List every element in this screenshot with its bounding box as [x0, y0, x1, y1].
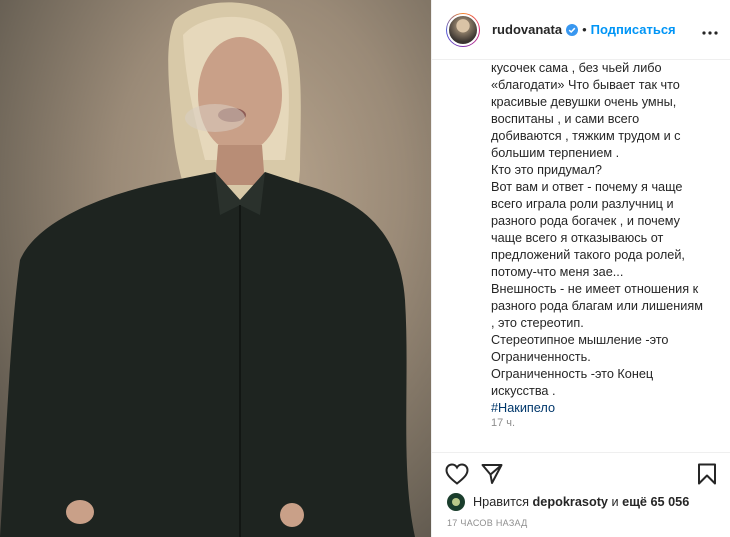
caption-line: искусства . [491, 384, 556, 398]
liker-avatar[interactable] [447, 493, 465, 511]
share-icon[interactable] [481, 463, 503, 490]
caption-line: воспитаны , и сами всего [491, 112, 640, 126]
caption-line: предложений такого рода ролей, [491, 248, 685, 262]
caption-line: , это стереотип. [491, 316, 584, 330]
caption-line: кусочек сама , без чьей либо [491, 61, 662, 75]
caption-line: Кто это придумал? [491, 163, 602, 177]
post-photo[interactable] [0, 0, 431, 537]
follow-button[interactable]: Подписаться [591, 22, 676, 37]
post-timestamp[interactable]: 17 ЧАСОВ НАЗАД [447, 518, 528, 528]
bookmark-icon[interactable] [697, 463, 717, 490]
action-bar [431, 452, 730, 493]
likes-prefix: Нравится [473, 495, 529, 509]
caption-line: потому-что меня зае... [491, 265, 624, 279]
caption-line: разного рода богачек , и почему [491, 214, 680, 228]
instagram-post: rudovanata • Подписаться кусочек сама , … [0, 0, 730, 537]
caption-line: Ограниченность. [491, 350, 591, 364]
caption-line: чаще всего я отказываюсь от [491, 231, 664, 245]
avatar[interactable] [446, 12, 480, 47]
likes-count-link[interactable]: ещё 65 056 [622, 495, 689, 509]
separator-dot: • [582, 22, 587, 37]
caption-line: Ограниченность -это Конец [491, 367, 654, 381]
avatar-image [447, 13, 479, 46]
caption-line: добиваются , тяжким трудом и с [491, 129, 681, 143]
liker-username-link[interactable]: depokrasoty [533, 495, 608, 509]
more-options-icon[interactable] [702, 22, 718, 40]
caption-line: всего играла роли разлучниц и [491, 197, 674, 211]
heart-icon[interactable] [445, 463, 469, 490]
likes-summary: Нравится depokrasoty и ещё 65 056 [447, 493, 689, 511]
username-link[interactable]: rudovanata [492, 22, 562, 37]
post-photo-illustration [0, 2, 415, 537]
caption-line: разного рода благам или лишениям [491, 299, 703, 313]
comment-timestamp: 17 ч. [491, 417, 516, 429]
hashtag-link[interactable]: #Накипело [491, 400, 719, 417]
caption-line: большим терпением . [491, 146, 620, 160]
post-header: rudovanata • Подписаться [432, 0, 730, 60]
caption-line: Стереотипное мышление -это [491, 333, 669, 347]
verified-badge-icon [566, 23, 579, 36]
post-caption: кусочек сама , без чьей либо «благодати»… [491, 60, 719, 435]
likes-middle: и [611, 495, 619, 509]
caption-line: красивые девушки очень умны, [491, 95, 677, 109]
caption-line: Вот вам и ответ - почему я чаще [491, 180, 683, 194]
caption-line: «благодати» Что бывает так что [491, 78, 680, 92]
caption-line: Внешность - не имеет отношения к [491, 282, 699, 296]
